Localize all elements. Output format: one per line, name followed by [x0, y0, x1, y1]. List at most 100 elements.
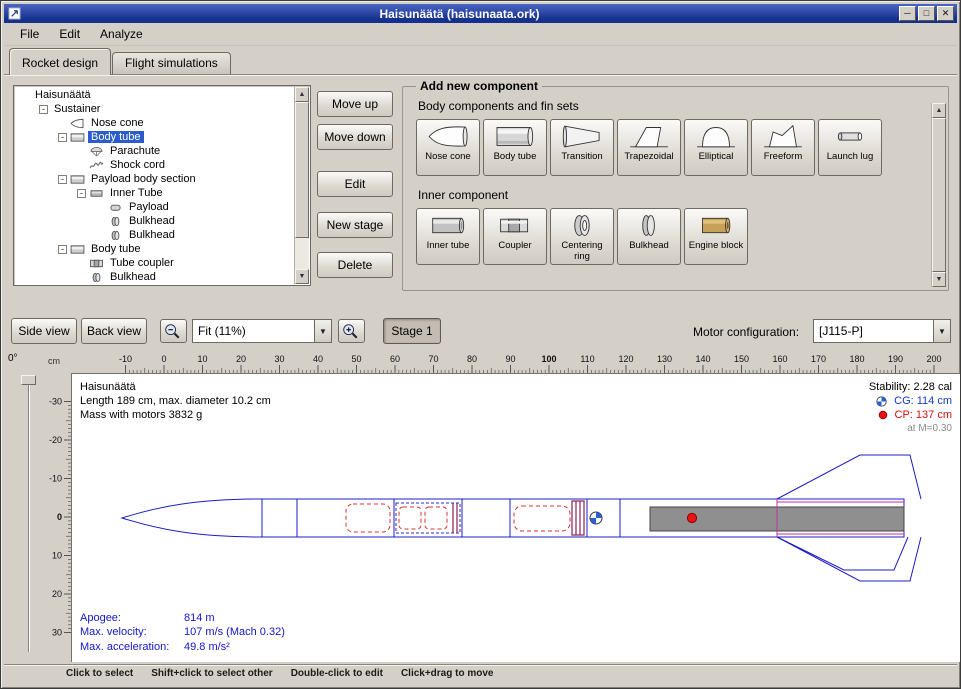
add-bulkhead-button[interactable]: Bulkhead [617, 208, 681, 265]
svg-text:60: 60 [390, 354, 400, 364]
titlebar[interactable]: Haisunäätä (haisunaata.ork) ─ □ ✕ [4, 4, 957, 23]
delete-button[interactable]: Delete [317, 252, 393, 278]
add-elliptical-button[interactable]: Elliptical [684, 119, 748, 176]
tree-item-tube-coupler[interactable]: Tube coupler [16, 256, 293, 270]
tree-item-label[interactable]: Haisunäätä [32, 89, 94, 101]
svg-text:20: 20 [236, 354, 246, 364]
tree-item-label[interactable]: Payload body section [88, 173, 199, 185]
transition-lib-icon [561, 122, 603, 151]
tree-item-label[interactable]: Payload [126, 201, 172, 213]
tree-collapse-icon[interactable]: - [58, 133, 67, 142]
tree-item-label[interactable]: Body tube [88, 131, 144, 143]
svg-text:70: 70 [428, 354, 438, 364]
motor-configuration-label: Motor configuration: [693, 325, 799, 339]
stage-1-toggle[interactable]: Stage 1 [383, 318, 441, 344]
scroll-up-icon[interactable]: ▲ [932, 103, 946, 118]
tube-coupler-icon [89, 258, 104, 269]
tree-item-parachute[interactable]: Parachute [16, 144, 293, 158]
add-coupler-button[interactable]: Coupler [483, 208, 547, 265]
add-engine-block-button[interactable]: Engine block [684, 208, 748, 265]
tree-collapse-icon[interactable]: - [58, 175, 67, 184]
move-up-button[interactable]: Move up [317, 91, 393, 117]
zoom-select[interactable]: Fit (11%) ▼ [192, 319, 332, 343]
tree-item-nose-cone[interactable]: Nose cone [16, 116, 293, 130]
tree-scrollbar[interactable]: ▲ ▼ [294, 87, 309, 284]
bulkhead-lib-icon [628, 211, 670, 240]
menu-edit[interactable]: Edit [49, 24, 90, 44]
tree-item-haisunaata[interactable]: Haisunäätä [16, 88, 293, 102]
payload-icon [108, 202, 123, 213]
rotation-slider-handle[interactable] [21, 375, 36, 385]
back-view-button[interactable]: Back view [81, 318, 147, 344]
tree-item-label[interactable]: Body tube [88, 243, 144, 255]
tree-item-bulkhead[interactable]: Bulkhead [16, 270, 293, 283]
app-icon[interactable] [7, 6, 22, 21]
tree-item-payload-body-section[interactable]: - Payload body section [16, 172, 293, 186]
tree-item-label[interactable]: Inner Tube [107, 187, 166, 199]
add-inner-tube-button[interactable]: Inner tube [416, 208, 480, 265]
add-launch-lug-button[interactable]: Launch lug [818, 119, 882, 176]
tree-item-body-tube[interactable]: - Body tube [16, 130, 293, 144]
svg-text:120: 120 [618, 354, 633, 364]
nose-cone-lib-icon [427, 122, 469, 151]
library-item-label: Centering ring [553, 241, 611, 262]
library-scrollbar[interactable]: ▲ ▼ [931, 103, 946, 287]
rotation-slider-track[interactable] [28, 379, 30, 652]
add-transition-button[interactable]: Transition [550, 119, 614, 176]
tree-item-label[interactable]: Sustainer [51, 103, 103, 115]
scrollbar-thumb[interactable] [932, 118, 946, 272]
tree-collapse-icon[interactable]: - [39, 105, 48, 114]
tree-item-label[interactable]: Bulkhead [107, 271, 159, 283]
tree-item-bulkhead[interactable]: Bulkhead [16, 214, 293, 228]
minimize-button[interactable]: ─ [899, 6, 916, 21]
component-tree[interactable]: Haisunäätä-SustainerNose cone-Body tubeP… [16, 88, 293, 283]
rotation-slider [1, 373, 39, 662]
tree-item-sustainer[interactable]: -Sustainer [16, 102, 293, 116]
tree-item-shock-cord[interactable]: Shock cord [16, 158, 293, 172]
scroll-down-icon[interactable]: ▼ [295, 269, 309, 284]
tree-item-body-tube[interactable]: - Body tube [16, 242, 293, 256]
add-body-tube-button[interactable]: Body tube [483, 119, 547, 176]
tree-item-label[interactable]: Bulkhead [126, 229, 178, 241]
add-nose-cone-button[interactable]: Nose cone [416, 119, 480, 176]
tree-item-payload[interactable]: Payload [16, 200, 293, 214]
rocket-canvas[interactable]: Haisunäätä Length 189 cm, max. diameter … [71, 373, 960, 662]
edit-button[interactable]: Edit [317, 171, 393, 197]
tab-rocket-design[interactable]: Rocket design [9, 48, 111, 75]
svg-text:80: 80 [467, 354, 477, 364]
tree-item-label[interactable]: Parachute [107, 145, 163, 157]
scrollbar-thumb[interactable] [295, 102, 309, 238]
body-tube-icon [70, 132, 85, 143]
motor-configuration-select[interactable]: [J115-P] ▼ [813, 319, 951, 343]
component-tree-panel: Haisunäätä-SustainerNose cone-Body tubeP… [13, 85, 311, 286]
library-item-label: Engine block [687, 241, 745, 252]
tree-collapse-icon[interactable]: - [77, 189, 86, 198]
chevron-down-icon[interactable]: ▼ [933, 320, 950, 342]
zoom-out-button[interactable] [160, 319, 187, 343]
tree-item-label[interactable]: Shock cord [107, 159, 168, 171]
zoom-in-button[interactable] [338, 319, 365, 343]
maximize-button[interactable]: □ [918, 6, 935, 21]
add-trapezoidal-button[interactable]: Trapezoidal [617, 119, 681, 176]
add-freeform-button[interactable]: Freeform [751, 119, 815, 176]
add-centering-ring-button[interactable]: Centering ring [550, 208, 614, 265]
close-button[interactable]: ✕ [937, 6, 954, 21]
side-view-button[interactable]: Side view [11, 318, 77, 344]
shock-cord-icon [89, 160, 104, 171]
chevron-down-icon[interactable]: ▼ [314, 320, 331, 342]
tree-item-label[interactable]: Nose cone [88, 117, 147, 129]
scroll-up-icon[interactable]: ▲ [295, 87, 309, 102]
scroll-down-icon[interactable]: ▼ [932, 272, 946, 287]
tree-item-inner-tube[interactable]: - Inner Tube [16, 186, 293, 200]
svg-text:180: 180 [849, 354, 864, 364]
tree-item-label[interactable]: Bulkhead [126, 215, 178, 227]
menu-analyze[interactable]: Analyze [90, 24, 153, 44]
menu-file[interactable]: File [10, 24, 49, 44]
body-tube-icon [70, 174, 85, 185]
tree-collapse-icon[interactable]: - [58, 245, 67, 254]
tree-item-bulkhead[interactable]: Bulkhead [16, 228, 293, 242]
new-stage-button[interactable]: New stage [317, 212, 393, 238]
tree-item-label[interactable]: Tube coupler [107, 257, 177, 269]
tab-flight-simulations[interactable]: Flight simulations [112, 52, 231, 75]
move-down-button[interactable]: Move down [317, 124, 393, 150]
